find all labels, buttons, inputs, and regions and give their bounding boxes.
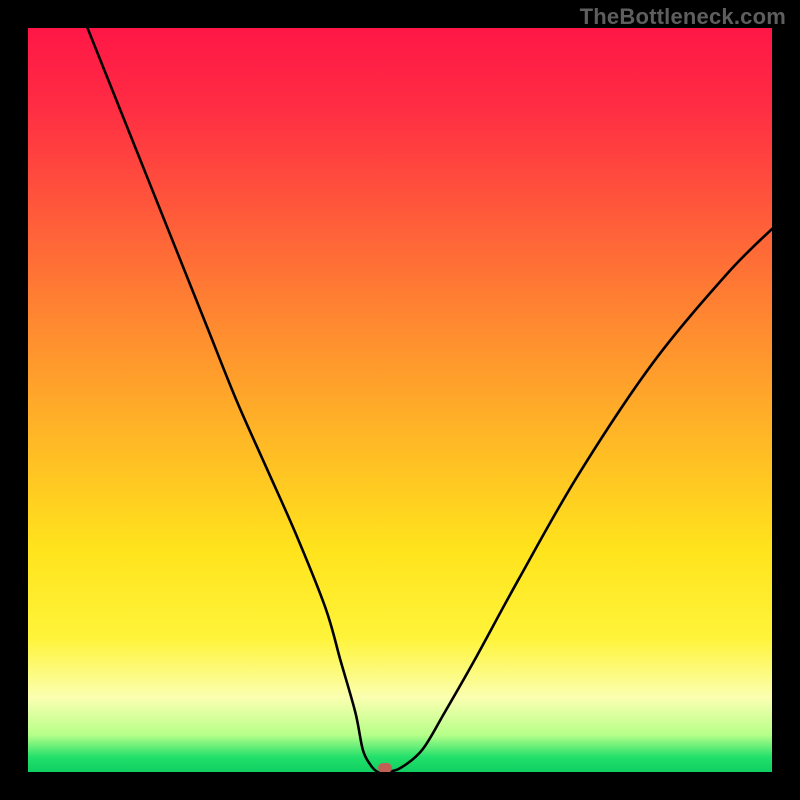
- plot-area: [28, 28, 772, 772]
- chart-frame: TheBottleneck.com: [0, 0, 800, 800]
- watermark-label: TheBottleneck.com: [580, 4, 786, 30]
- optimal-marker: [378, 763, 392, 772]
- bottleneck-curve: [28, 28, 772, 772]
